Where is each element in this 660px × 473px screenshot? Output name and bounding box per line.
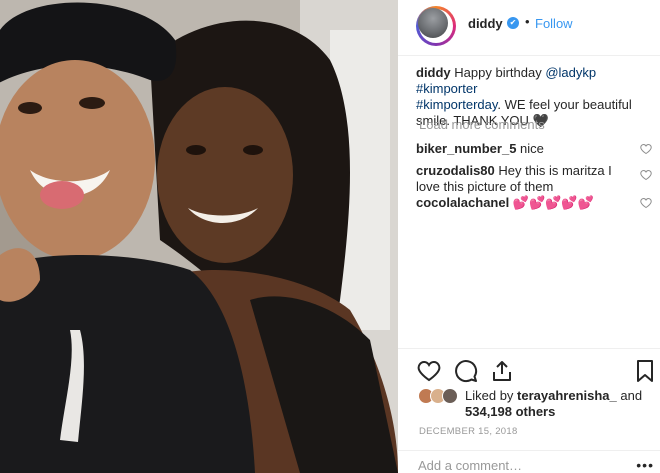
add-comment-input[interactable] [418,457,618,473]
likes-prefix: Liked by [465,388,518,403]
avatar-image [418,8,448,38]
share-icon[interactable] [490,359,514,383]
caption-text: Happy birthday [450,65,546,80]
comment-text: nice [516,141,544,156]
post-side-panel: diddy ✔ • Follow diddy Happy birthday @l… [398,0,660,473]
verified-badge-icon: ✔ [507,17,519,29]
heart-icon[interactable] [417,359,441,383]
bookmark-icon[interactable] [633,359,657,383]
liker-avatar[interactable] [442,388,458,404]
likes-count[interactable]: 534,198 others [465,404,555,419]
post-actions-bar [398,348,660,388]
comment-item: cocolalachanel 💕💕💕💕💕 [416,195,636,211]
likes-text: Liked by terayahrenisha_ and 534,198 oth… [465,388,655,420]
username[interactable]: diddy [468,16,503,31]
avatar[interactable] [416,6,456,46]
comment-like-heart-icon[interactable] [640,197,652,209]
caption-hashtag[interactable]: #kimporterday [416,97,497,112]
comment-like-heart-icon[interactable] [640,169,652,181]
comment-text: 💕💕💕💕💕 [509,195,594,210]
caption-hashtag[interactable]: #kimporter [416,81,477,96]
comment-item: cruzodalis80 Hey this is maritza I love … [416,163,636,195]
comment-like-heart-icon[interactable] [640,143,652,155]
likes-summary: Liked by terayahrenisha_ and 534,198 oth… [398,386,660,426]
comment-username[interactable]: biker_number_5 [416,141,516,156]
likes-middle: and [616,388,643,403]
follow-button[interactable]: Follow [535,16,573,31]
more-options-icon[interactable]: ••• [636,457,654,473]
caption-mention[interactable]: @ladykp [545,65,596,80]
separator-dot: • [525,14,530,29]
load-more-comments-button[interactable]: Load more comments [419,117,545,132]
comment-item: biker_number_5 nice [416,141,636,157]
post-photo[interactable] [0,0,398,473]
comment-icon[interactable] [454,359,478,383]
comment-username[interactable]: cocolalachanel [416,195,509,210]
caption-username[interactable]: diddy [416,65,451,80]
add-comment-bar: ••• [398,450,660,473]
liker-username[interactable]: terayahrenisha_ [517,388,617,403]
comment-username[interactable]: cruzodalis80 [416,163,495,178]
post-photo-illustration [0,0,398,473]
post-date[interactable]: DECEMBER 15, 2018 [419,426,518,437]
post-header: diddy ✔ • Follow [398,0,660,56]
